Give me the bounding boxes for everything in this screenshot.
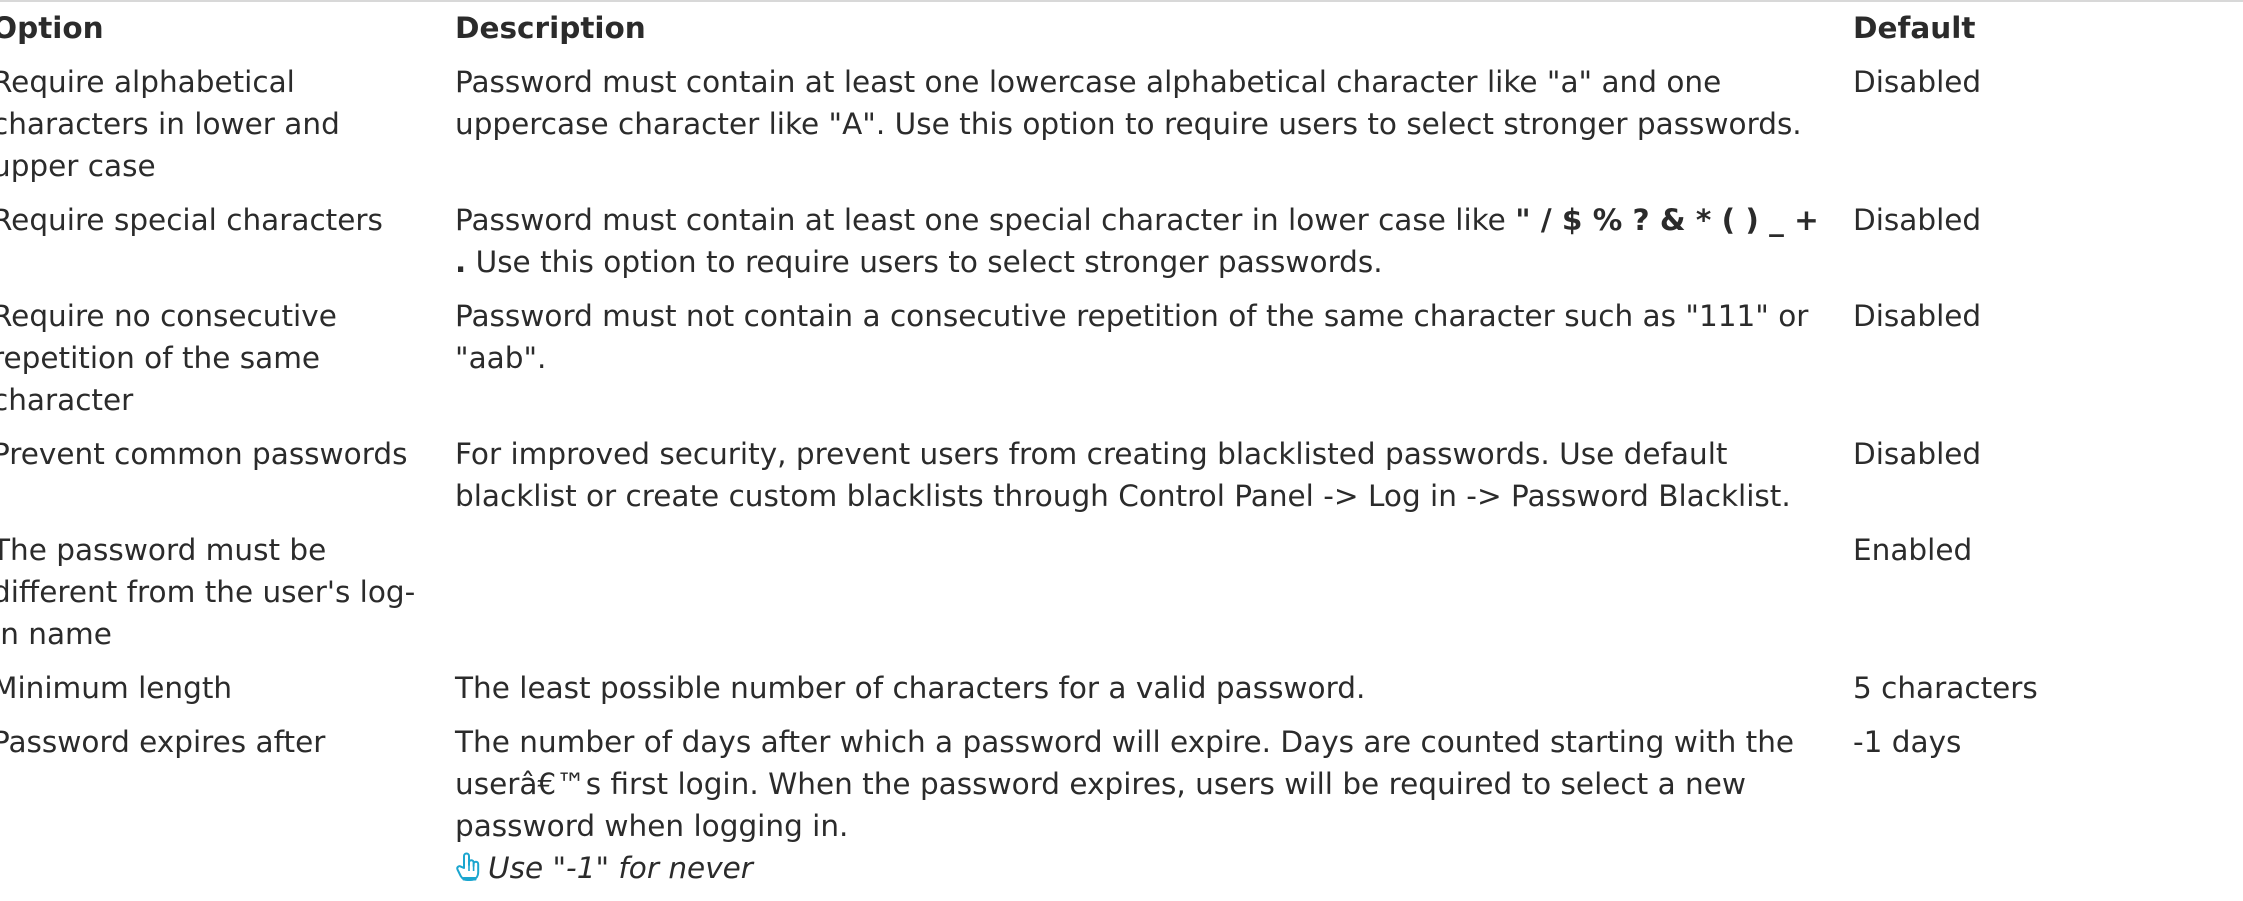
table-row: Prevent common passwords For improved se… [0, 433, 2232, 529]
option-description: Password must not contain a consecutive … [455, 299, 1809, 375]
description-text: Use this option to require users to sele… [466, 245, 1383, 279]
option-description: Password must contain at least one speci… [455, 199, 1853, 295]
option-description: The number of days after which a passwor… [455, 721, 1853, 901]
option-default: 5 characters [1853, 671, 2038, 705]
option-name: Require no consecutive repetition of the… [0, 299, 337, 417]
option-default: Disabled [1853, 437, 1982, 471]
table-row: The password must be different from the … [0, 529, 2232, 667]
top-divider [0, 0, 2243, 2]
option-default: Disabled [1853, 65, 1982, 99]
column-header-option: Option [0, 11, 104, 45]
option-description: The least possible number of characters … [455, 671, 1366, 705]
option-description [455, 529, 1853, 667]
option-name: Prevent common passwords [0, 437, 408, 471]
option-name: Password expires after [0, 725, 326, 759]
option-name: Minimum length [0, 671, 233, 705]
option-default: -1 days [1853, 725, 1962, 759]
option-name: The password must be different from the … [0, 533, 416, 651]
option-description: Password must contain at least one lower… [455, 65, 1802, 141]
option-default: Disabled [1853, 299, 1982, 333]
password-options-table: Option Description Default Require alpha… [0, 7, 2232, 901]
description-text: The number of days after which a passwor… [455, 725, 1795, 843]
option-default: Enabled [1853, 533, 1973, 567]
table-row: Require alphabetical characters in lower… [0, 61, 2232, 199]
option-name: Require special characters [0, 203, 383, 237]
description-text: Password must contain at least one speci… [455, 203, 1516, 237]
table-row: Password expires after The number of day… [0, 721, 2232, 901]
table-header-row: Option Description Default [0, 7, 2232, 61]
table-row: Require no consecutive repetition of the… [0, 295, 2232, 433]
table-row: Minimum length The least possible number… [0, 667, 2232, 721]
option-default: Disabled [1853, 203, 1982, 237]
column-header-description: Description [455, 11, 646, 45]
table-row: Require special characters Password must… [0, 199, 2232, 295]
column-header-default: Default [1853, 11, 1976, 45]
option-name: Require alphabetical characters in lower… [0, 65, 340, 183]
option-description: For improved security, prevent users fro… [455, 437, 1791, 513]
note-text: Use "-1" for never [488, 851, 753, 885]
usage-note: Use "-1" for never [455, 847, 1833, 889]
pointing-hand-icon [455, 851, 482, 881]
